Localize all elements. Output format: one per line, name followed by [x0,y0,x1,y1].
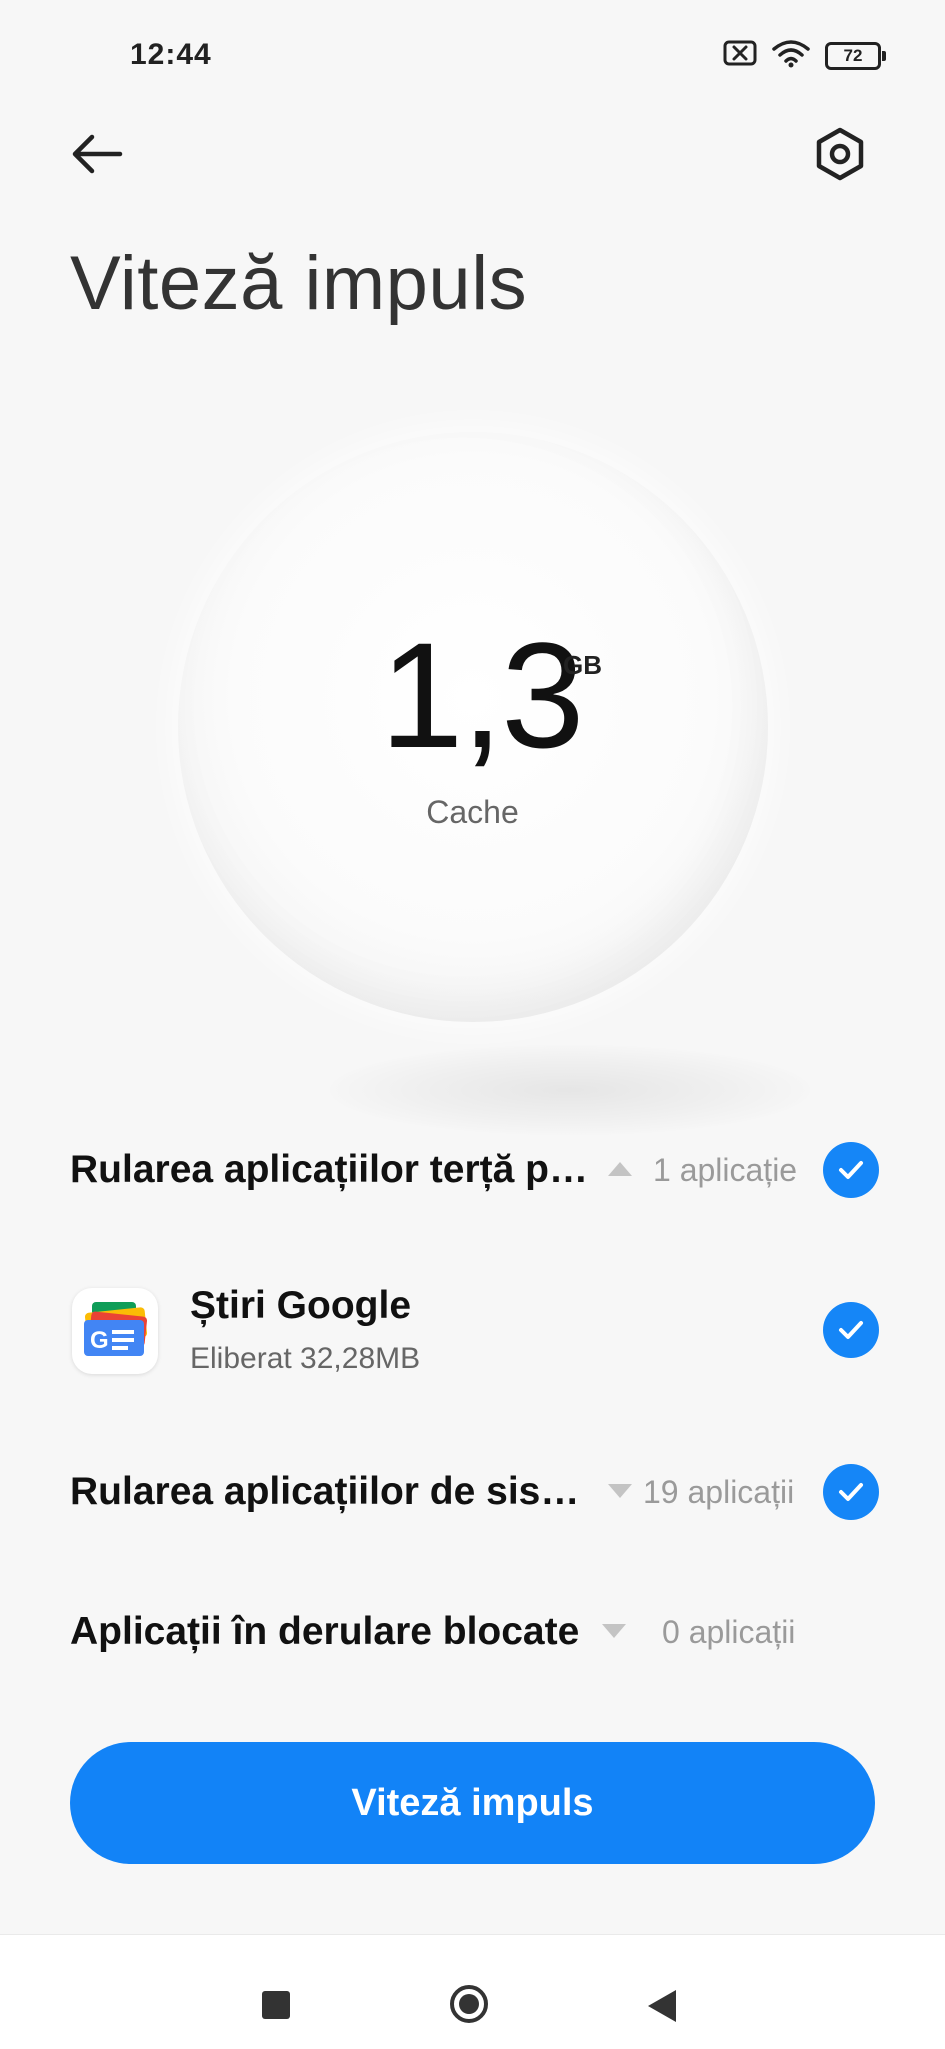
checkmark-icon [839,1321,863,1339]
app-checkbox[interactable] [823,1302,879,1358]
status-time: 12:44 [130,38,212,71]
google-news-icon: G [72,1288,158,1374]
section-checkbox[interactable] [823,1142,879,1198]
battery-icon: 72 [825,41,886,70]
close-box-icon [723,39,757,72]
section-checkbox[interactable] [823,1464,879,1520]
app-row-google-news[interactable]: G Știri Google Eliberat 32,28MB [70,1280,880,1380]
battery-level: 72 [843,45,863,65]
checkmark-icon [839,1483,863,1501]
cache-unit: GB [563,650,602,680]
section-third-party-apps[interactable]: Rularea aplicațiilor terță p… 1 aplicați… [70,1130,880,1210]
section-locked-apps[interactable]: Aplicații în derulare blocate 0 aplicați… [70,1592,880,1672]
orb-shadow [330,1045,810,1135]
cache-label: Cache [426,794,519,830]
back-triangle-icon[interactable] [648,1990,676,2022]
home-circle-icon[interactable] [450,1985,488,2023]
navigation-bar [0,1934,945,2049]
page-title: Viteză impuls [70,241,528,326]
app-freed-size: Eliberat 32,28MB [190,1342,421,1375]
wifi-icon [771,38,811,73]
arrow-left-icon [72,134,123,174]
settings-button[interactable] [810,124,870,184]
cache-value: 1,3 [380,611,585,779]
section-count: 19 aplicații [643,1474,795,1510]
speed-boost-button[interactable]: Viteză impuls [70,1742,875,1864]
chevron-up-icon [608,1162,632,1176]
hexagon-settings-icon [816,127,864,181]
status-icons: 72 [723,38,886,73]
section-title: Rularea aplicațiilor terță p… [70,1148,588,1191]
chevron-down-icon [608,1484,632,1498]
checkmark-icon [839,1161,863,1179]
section-title: Aplicații în derulare blocate [70,1610,580,1653]
section-title: Rularea aplicațiilor de sis… [70,1470,580,1513]
back-button[interactable] [66,126,136,182]
status-bar: 12:44 72 [0,0,945,112]
section-count: 1 aplicație [653,1152,798,1188]
recent-apps-square-icon[interactable] [262,1991,290,2019]
svg-text:G: G [90,1327,109,1354]
chevron-down-icon [602,1624,626,1638]
section-count: 0 aplicații [662,1614,796,1650]
app-name: Știri Google [190,1284,412,1327]
section-system-apps[interactable]: Rularea aplicațiilor de sis… 19 aplicați… [70,1452,880,1532]
